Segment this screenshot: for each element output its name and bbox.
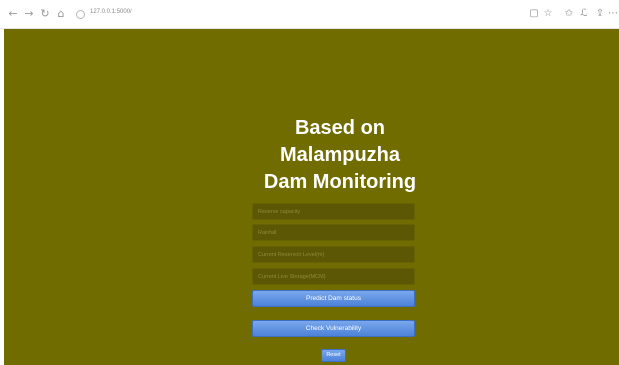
forward-arrow-icon[interactable]: → [22, 7, 36, 21]
more-icon[interactable]: ⋯ [608, 8, 618, 20]
title-line-1: Based on [294, 117, 386, 139]
title-line-2: Malampuzha [279, 144, 401, 166]
url-text[interactable]: 127.0.0.1:5000/ [90, 9, 132, 15]
home-icon[interactable]: ⌂ [54, 7, 68, 21]
reader-view-icon[interactable]: ▢ [528, 8, 540, 20]
browser-toolbar: ← → ↻ ⌂ 127.0.0.1:5000/ ▢ ☆ ✩ ℒ ⇪ ⋯ [0, 0, 619, 29]
rainfall-input[interactable] [252, 224, 415, 241]
bookmark-star-icon[interactable]: ☆ [542, 8, 554, 20]
back-arrow-icon[interactable]: ← [6, 7, 20, 21]
reservoir-capacity-input[interactable] [252, 203, 415, 220]
favorites-icon[interactable]: ✩ [563, 8, 575, 20]
share-icon[interactable]: ⇪ [594, 8, 606, 20]
address-bar[interactable]: 127.0.0.1:5000/ [76, 8, 556, 22]
page-content: Based on Malampuzha Dam Monitoring Predi… [4, 29, 619, 365]
check-vulnerability-button[interactable]: Check Vulnerability [252, 320, 415, 337]
reload-icon[interactable]: ↻ [38, 7, 52, 21]
collections-icon[interactable]: ℒ [578, 8, 590, 20]
page-title: Based on Malampuzha Dam Monitoring [4, 115, 619, 196]
current-live-storage-input[interactable] [252, 268, 415, 285]
predict-dam-status-button[interactable]: Predict Dam status [252, 290, 415, 307]
reset-button[interactable]: Reset [321, 349, 346, 362]
site-info-icon[interactable] [76, 10, 85, 19]
current-reservoir-level-input[interactable] [252, 246, 415, 263]
title-line-3: Dam Monitoring [263, 171, 417, 193]
